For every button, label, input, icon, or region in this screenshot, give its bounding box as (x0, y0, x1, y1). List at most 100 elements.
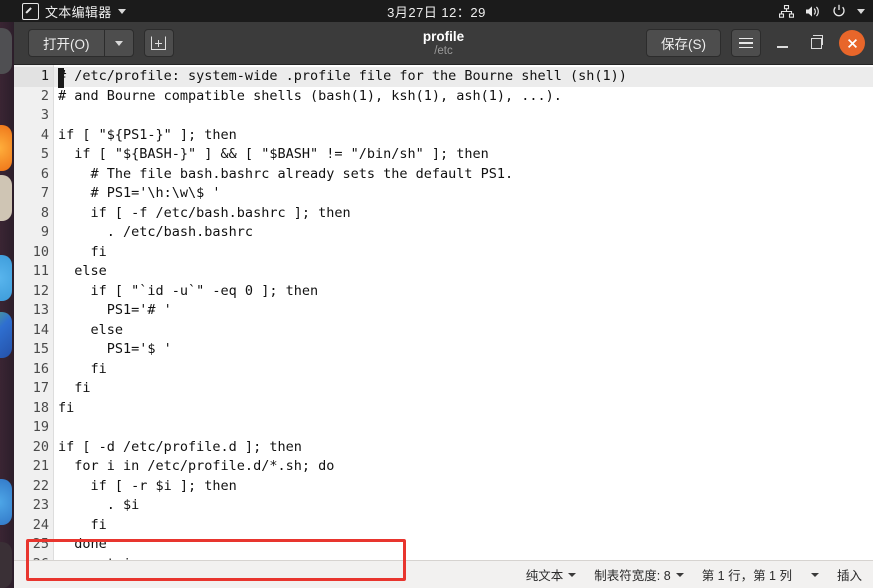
code-line[interactable]: fi (54, 243, 873, 263)
tab-width-selector[interactable]: 制表符宽度: 8 (585, 565, 692, 584)
code-line[interactable]: if [ -r $i ]; then (54, 477, 873, 497)
line-number: 20 (32, 438, 49, 455)
code-line[interactable]: fi (54, 360, 873, 380)
window-headerbar: 打开(O) profile /etc 保存(S) (14, 22, 873, 65)
line-number: 2 (40, 87, 49, 104)
page-subtitle: /etc (434, 44, 453, 57)
code-line[interactable]: # and Bourne compatible shells (bash(1),… (54, 87, 873, 107)
dock-item-firefox[interactable] (0, 125, 12, 171)
dock-item-help[interactable] (0, 479, 12, 525)
line-number: 15 (32, 341, 49, 357)
line-number: 4 (40, 126, 49, 143)
minimize-button[interactable] (769, 30, 795, 56)
line-number: 8 (40, 204, 49, 221)
code-line[interactable]: . $i (54, 496, 873, 516)
dock-item-files[interactable] (0, 28, 12, 74)
editor-area[interactable]: 1 2 3 4 5 6 7 8 9 10 11 12 13 14 15 16 1… (14, 65, 873, 560)
ubuntu-dock[interactable] (0, 22, 14, 588)
line-number: 24 (32, 516, 49, 533)
hamburger-menu-icon (739, 37, 753, 49)
line-number: 17 (32, 380, 49, 396)
code-line[interactable]: . /etc/bash.bashrc (54, 223, 873, 243)
network-icon[interactable] (779, 4, 794, 18)
new-tab-button[interactable] (143, 29, 174, 57)
line-number: 9 (40, 224, 49, 240)
cursor-position-label: 第 1 行，第 1 列 (701, 569, 792, 583)
chevron-down-icon (568, 572, 577, 577)
power-icon[interactable] (832, 4, 846, 18)
close-button[interactable] (839, 30, 865, 56)
minimize-icon (776, 46, 788, 48)
line-number: 6 (40, 165, 49, 182)
top-panel-app-menu[interactable]: 文本编辑器 (0, 2, 126, 21)
gnome-top-panel: 文本编辑器 3月27日 12：29 (0, 0, 873, 22)
dock-item-trash[interactable] (0, 542, 12, 588)
line-number: 5 (40, 146, 49, 162)
line-number: 25 (32, 536, 49, 552)
file-type-label: 纯文本 (525, 569, 564, 583)
open-button-group[interactable]: 打开(O) (28, 29, 134, 57)
top-panel-status-area[interactable] (779, 4, 873, 18)
code-line[interactable]: if [ "${PS1-}" ]; then (54, 126, 873, 146)
line-number: 1 (14, 67, 53, 87)
code-line[interactable]: if [ -d /etc/profile.d ]; then (54, 438, 873, 458)
chevron-down-icon (114, 40, 123, 46)
code-line[interactable] (54, 418, 873, 438)
save-button[interactable]: 保存(S) (646, 29, 721, 57)
desktop-screen: 文本编辑器 3月27日 12：29 打开(O) profile /etc 保存(… (0, 0, 873, 588)
code-line[interactable]: if [ "${BASH-}" ] && [ "$BASH" != "/bin/… (54, 145, 873, 165)
file-type-selector[interactable]: 纯文本 (517, 565, 586, 584)
code-line[interactable]: if [ -f /etc/bash.bashrc ]; then (54, 204, 873, 224)
top-panel-app-name: 文本编辑器 (45, 4, 112, 20)
code-line[interactable]: fi (54, 516, 873, 536)
dock-item-thunderbird[interactable] (0, 175, 12, 221)
line-number: 7 (40, 185, 49, 201)
code-line[interactable]: fi (54, 399, 873, 419)
text-editor-icon (22, 2, 39, 20)
code-line[interactable]: for i in /etc/profile.d/*.sh; do (54, 457, 873, 477)
line-number: 12 (32, 282, 49, 299)
line-number: 18 (32, 399, 49, 416)
line-number: 26 (14, 555, 53, 561)
code-line[interactable]: else (54, 321, 873, 341)
code-line[interactable]: fi (54, 379, 873, 399)
headerbar-right-controls: 保存(S) (646, 29, 867, 57)
open-button[interactable]: 打开(O) (28, 29, 104, 57)
code-line[interactable] (54, 106, 873, 126)
hamburger-menu-button[interactable] (731, 29, 761, 57)
volume-icon[interactable] (805, 5, 821, 18)
insert-mode-label[interactable]: 插入 (828, 565, 871, 584)
code-text-area[interactable]: # /etc/profile: system-wide .profile fil… (54, 65, 873, 560)
status-menu-chevron-down-icon[interactable] (857, 8, 865, 14)
maximize-button[interactable] (803, 30, 829, 56)
tab-width-label: 制表符宽度: 8 (594, 569, 671, 583)
line-number: 22 (32, 477, 49, 494)
code-line[interactable]: if [ "`id -u`" -eq 0 ]; then (54, 282, 873, 302)
chevron-down-icon[interactable] (117, 8, 126, 14)
line-number: 13 (32, 302, 49, 318)
code-line[interactable]: else (54, 262, 873, 282)
cursor-position-selector[interactable]: 第 1 行，第 1 列 (693, 565, 828, 584)
line-number: 23 (32, 497, 49, 513)
code-line[interactable]: # PS1='\h:\w\$ ' (54, 184, 873, 204)
dock-item-rhythmbox[interactable] (0, 255, 12, 301)
top-panel-clock[interactable]: 3月27日 12：29 (0, 2, 873, 21)
code-line[interactable]: # The file bash.bashrc already sets the … (54, 165, 873, 185)
status-bar: 纯文本 制表符宽度: 8 第 1 行，第 1 列 插入 (14, 560, 873, 588)
close-icon (847, 38, 857, 48)
dock-item-software-center[interactable] (0, 312, 12, 358)
code-line[interactable]: PS1='# ' (54, 301, 873, 321)
code-line[interactable]: done (54, 535, 873, 555)
line-number: 14 (32, 321, 49, 338)
code-line[interactable]: # /etc/profile: system-wide .profile fil… (54, 67, 873, 87)
line-number: 11 (32, 263, 49, 279)
line-number: 16 (32, 360, 49, 377)
line-number: 19 (32, 419, 49, 435)
code-line[interactable]: unset i (54, 555, 873, 561)
page-title: profile (422, 28, 465, 44)
line-number-gutter: 1 2 3 4 5 6 7 8 9 10 11 12 13 14 15 16 1… (14, 65, 54, 560)
text-cursor (58, 68, 64, 88)
open-dropdown-button[interactable] (103, 29, 134, 57)
maximize-icon (810, 35, 823, 49)
code-line[interactable]: PS1='$ ' (54, 340, 873, 360)
